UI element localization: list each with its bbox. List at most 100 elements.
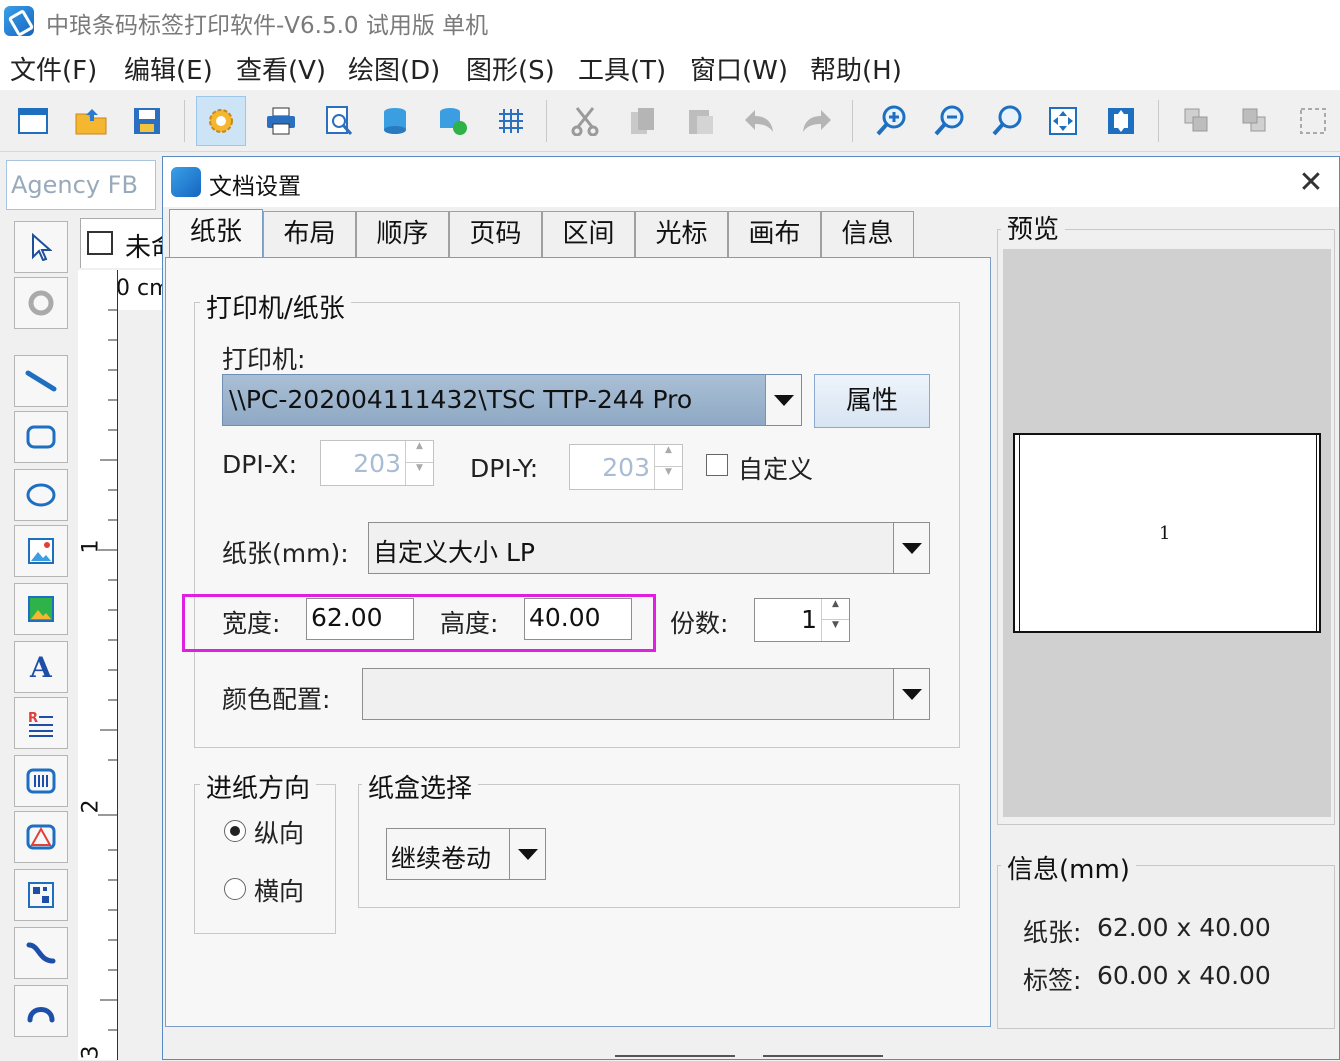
custom-checkbox[interactable] [706,454,728,476]
tab-canvas[interactable]: 画布 [728,211,821,257]
chevron-down-icon[interactable] [893,669,929,719]
open-folder-icon[interactable] [66,96,116,146]
document-settings-dialog: 文档设置 ✕ 纸张 布局 顺序 页码 区间 光标 画布 信息 打印机/纸张 打印… [162,156,1340,1060]
printer-label: 打印机: [222,345,306,374]
rich-text-tool-icon[interactable]: R [14,697,68,749]
rounded-rect-tool-icon[interactable] [14,411,68,463]
svg-text:A: A [29,653,53,681]
menu-window[interactable]: 窗口(W) [690,50,788,87]
preview-page: 1 [1013,433,1321,633]
database-connect-icon[interactable] [428,96,478,146]
select-arrow-icon[interactable] [14,221,68,273]
paper-tray-select[interactable]: 继续卷动 [386,828,546,880]
copies-spinner[interactable]: ▲ ▼ [821,599,849,641]
paste-icon[interactable] [676,96,726,146]
paper-size-value: 自定义大小 LP [373,538,535,567]
ok-button-edge[interactable] [615,1055,735,1061]
chevron-down-icon[interactable] [509,829,545,879]
dpix-spinner[interactable]: ▲ ▼ [405,441,433,485]
color-config-label: 颜色配置: [222,685,331,714]
portrait-label: 纵向 [254,819,305,848]
ruler-mark-2: 2 [78,799,104,814]
chevron-down-icon[interactable] [893,523,929,573]
arc-tool-icon[interactable] [14,985,68,1037]
dialog-title: 文档设置 [209,174,301,200]
chevron-down-icon[interactable] [765,375,801,425]
tab-info[interactable]: 信息 [821,211,914,257]
qrcode-tool-icon[interactable] [14,869,68,921]
bring-front-icon[interactable] [1172,96,1222,146]
image-tool-icon[interactable] [14,525,68,577]
menu-view[interactable]: 查看(V) [236,50,326,87]
tab-page-number[interactable]: 页码 [449,211,542,257]
printer-paper-group-label: 打印机/纸张 [200,288,351,325]
tab-range[interactable]: 区间 [542,211,635,257]
preview-label: 预览 [1001,209,1066,246]
paper-tab-panel: 打印机/纸张 打印机: \\PC-202004111432\TSC TTP-24… [165,257,991,1027]
menu-help[interactable]: 帮助(H) [810,50,902,87]
zoom-icon[interactable] [982,96,1032,146]
redo-icon[interactable] [792,96,842,146]
dpix-label: DPI-X: [222,450,298,479]
menu-file[interactable]: 文件(F) [10,50,97,87]
properties-button[interactable]: 属性 [814,374,930,428]
line-tool-icon[interactable] [14,355,68,407]
print-icon[interactable] [256,96,306,146]
save-icon[interactable] [122,96,172,146]
paper-size-select[interactable]: 自定义大小 LP [368,522,930,574]
barcode-tool-icon[interactable] [14,755,68,807]
tab-cursor[interactable]: 光标 [635,211,728,257]
menu-draw[interactable]: 绘图(D) [348,50,440,87]
picture-tool-icon[interactable] [14,583,68,635]
feed-direction-label: 进纸方向 [200,768,317,805]
width-input[interactable]: 62.00 [306,598,414,640]
portrait-radio[interactable] [224,820,246,842]
document-tab-label: 未命 [125,233,165,263]
color-config-select[interactable] [362,668,930,720]
zoom-in-icon[interactable] [866,96,916,146]
copy-icon[interactable] [618,96,668,146]
cancel-button-edge[interactable] [763,1055,883,1061]
actual-size-icon[interactable] [1096,96,1146,146]
cut-icon[interactable] [560,96,610,146]
menu-bar: 文件(F) 编辑(E) 查看(V) 绘图(D) 图形(S) 工具(T) 窗口(W… [0,44,1340,90]
dpiy-input[interactable]: 203 ▲ ▼ [569,444,683,490]
group-icon[interactable] [1288,96,1338,146]
tab-paper[interactable]: 纸张 [169,209,263,259]
menu-shape[interactable]: 图形(S) [466,50,555,87]
ruler-mark-1: 1 [78,539,104,554]
fit-page-icon[interactable] [1038,96,1088,146]
zoom-out-icon[interactable] [924,96,974,146]
send-back-icon[interactable] [1230,96,1280,146]
database-icon[interactable] [370,96,420,146]
dpiy-spinner[interactable]: ▲ ▼ [654,445,682,489]
landscape-radio[interactable] [224,878,246,900]
document-tab[interactable]: 未命 [80,218,170,268]
settings-gear-icon[interactable] [196,96,246,146]
paper-size-label: 纸张(mm): [222,539,349,568]
dialog-titlebar: 文档设置 ✕ [163,157,1339,207]
svg-text:R: R [28,711,38,726]
landscape-label: 横向 [254,877,305,906]
print-preview-icon[interactable] [314,96,364,146]
undo-icon[interactable] [734,96,784,146]
rotate-icon[interactable] [14,277,68,329]
paper-tray-label: 纸盒选择 [362,768,479,805]
printer-select[interactable]: \\PC-202004111432\TSC TTP-244 Pro [222,374,802,426]
width-label: 宽度: [222,609,281,638]
tab-layout[interactable]: 布局 [263,211,356,257]
copies-input[interactable]: 1 ▲ ▼ [754,598,850,642]
menu-edit[interactable]: 编辑(E) [124,50,213,87]
close-icon[interactable]: ✕ [1291,163,1331,203]
grid-icon[interactable] [486,96,536,146]
new-icon[interactable] [8,96,58,146]
height-input[interactable]: 40.00 [524,598,632,640]
curve-tool-icon[interactable] [14,927,68,979]
shape-tool-icon[interactable] [14,811,68,863]
dpix-input[interactable]: 203 ▲ ▼ [320,440,434,486]
ellipse-tool-icon[interactable] [14,469,68,521]
tab-order[interactable]: 顺序 [356,211,449,257]
text-tool-icon[interactable]: A [14,641,68,693]
menu-tools[interactable]: 工具(T) [578,50,666,87]
font-family-select[interactable]: Agency FB [6,160,156,210]
